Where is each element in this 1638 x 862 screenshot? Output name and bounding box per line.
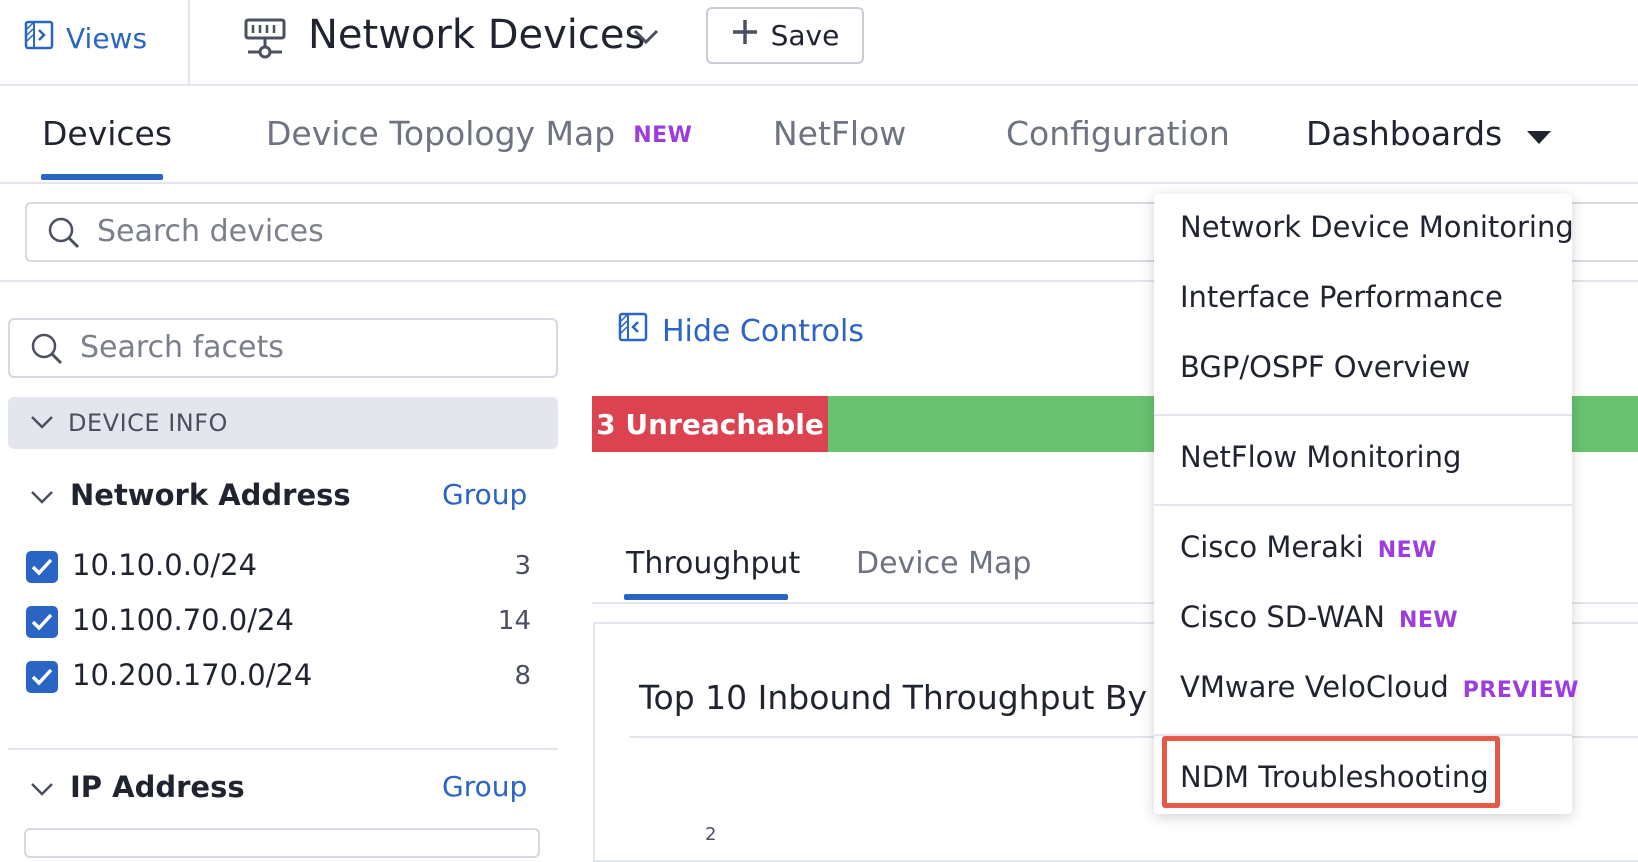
checkbox-checked-icon[interactable] xyxy=(26,606,58,638)
menu-item-label: VMware VeloCloud xyxy=(1180,670,1449,704)
collapse-panel-icon xyxy=(618,312,648,350)
hide-controls-button[interactable]: Hide Controls xyxy=(618,312,864,350)
search-devices-placeholder: Search devices xyxy=(97,214,324,249)
search-facets-input[interactable]: Search facets xyxy=(8,318,558,378)
tab-throughput[interactable]: Throughput xyxy=(626,546,800,581)
chevron-down-icon[interactable] xyxy=(30,488,54,510)
menu-item-cisco-sd-wan[interactable]: Cisco SD-WAN NEW xyxy=(1180,600,1458,634)
facet-row[interactable]: 10.100.70.0/24 14 xyxy=(26,603,531,643)
divider xyxy=(8,748,558,750)
tab-label: Device Topology Map xyxy=(266,114,616,153)
tab-netflow[interactable]: NetFlow xyxy=(773,114,906,153)
search-icon xyxy=(47,216,81,254)
menu-item-interface-performance[interactable]: Interface Performance xyxy=(1180,280,1503,314)
facet-row[interactable]: 10.200.170.0/24 8 xyxy=(26,658,531,698)
network-address-facet-title: Network Address xyxy=(70,478,351,512)
facet-value: 10.10.0.0/24 xyxy=(72,548,258,582)
tab-configuration[interactable]: Configuration xyxy=(1006,114,1230,153)
tab-label: Dashboards xyxy=(1306,114,1503,153)
chevron-down-icon xyxy=(30,413,54,435)
menu-divider xyxy=(1154,504,1572,506)
main-tabs: Devices Device Topology Map NEW NetFlow C… xyxy=(0,86,1638,184)
section-label: DEVICE INFO xyxy=(68,409,228,437)
save-label: Save xyxy=(770,19,840,52)
axis-tick-label: 2 xyxy=(705,824,717,845)
menu-item-label: Cisco SD-WAN xyxy=(1180,600,1385,634)
menu-divider xyxy=(1154,414,1572,416)
chevron-down-icon[interactable] xyxy=(632,26,660,50)
header-divider xyxy=(188,0,190,84)
facet-count: 3 xyxy=(514,551,531,581)
network-address-group-link[interactable]: Group xyxy=(442,478,527,511)
new-badge: NEW xyxy=(1398,608,1459,633)
facet-row[interactable]: 10.10.0.0/24 3 xyxy=(26,548,531,588)
top-header: Views Network Devices Save xyxy=(0,0,1638,86)
views-panel-icon xyxy=(24,20,54,57)
caret-down-icon xyxy=(1526,114,1551,153)
facet-value: 10.100.70.0/24 xyxy=(72,603,294,637)
menu-item-bgp-ospf-overview[interactable]: BGP/OSPF Overview xyxy=(1180,350,1470,384)
dashboards-dropdown-menu: Network Device Monitoring Interface Perf… xyxy=(1154,194,1578,814)
tab-device-map[interactable]: Device Map xyxy=(856,546,1031,581)
views-label: Views xyxy=(66,21,148,55)
chevron-down-icon[interactable] xyxy=(30,780,54,802)
checkbox-checked-icon[interactable] xyxy=(26,661,58,693)
facet-count: 14 xyxy=(497,606,531,636)
network-device-icon xyxy=(244,16,288,64)
facet-value: 10.200.170.0/24 xyxy=(72,658,313,692)
save-button[interactable]: Save xyxy=(706,7,864,64)
facet-count: 8 xyxy=(514,661,531,691)
menu-item-network-device-monitoring[interactable]: Network Device Monitoring xyxy=(1180,210,1574,244)
active-tab-indicator xyxy=(41,174,163,180)
search-facets-placeholder: Search facets xyxy=(80,330,284,365)
highlight-box xyxy=(1162,736,1500,808)
menu-item-vmware-velocloud[interactable]: VMware VeloCloud PREVIEW xyxy=(1180,670,1579,704)
menu-item-netflow-monitoring[interactable]: NetFlow Monitoring xyxy=(1180,440,1461,474)
tab-dashboards[interactable]: Dashboards xyxy=(1306,114,1551,153)
new-badge: NEW xyxy=(1377,538,1437,563)
menu-item-label: Cisco Meraki xyxy=(1180,530,1364,564)
widget-title: Top 10 Inbound Throughput By In xyxy=(639,678,1189,717)
page-title: Network Devices xyxy=(308,12,646,58)
views-button[interactable]: Views xyxy=(24,18,147,58)
ip-address-filter-input[interactable] xyxy=(24,828,540,858)
device-info-section-header[interactable]: DEVICE INFO xyxy=(8,397,558,449)
new-badge: NEW xyxy=(633,123,693,148)
ip-address-facet-title: IP Address xyxy=(70,770,245,804)
tab-devices[interactable]: Devices xyxy=(42,114,172,153)
plus-icon xyxy=(731,18,759,53)
active-tab-indicator xyxy=(624,594,788,600)
preview-badge: PREVIEW xyxy=(1462,678,1579,703)
menu-item-cisco-meraki[interactable]: Cisco Meraki NEW xyxy=(1180,530,1437,564)
checkbox-checked-icon[interactable] xyxy=(26,551,58,583)
search-icon xyxy=(30,332,64,370)
hide-controls-label: Hide Controls xyxy=(662,313,865,349)
ip-address-group-link[interactable]: Group xyxy=(442,770,527,803)
tab-device-topology-map[interactable]: Device Topology Map NEW xyxy=(266,114,692,153)
unreachable-segment[interactable]: 3 Unreachable xyxy=(592,396,828,452)
